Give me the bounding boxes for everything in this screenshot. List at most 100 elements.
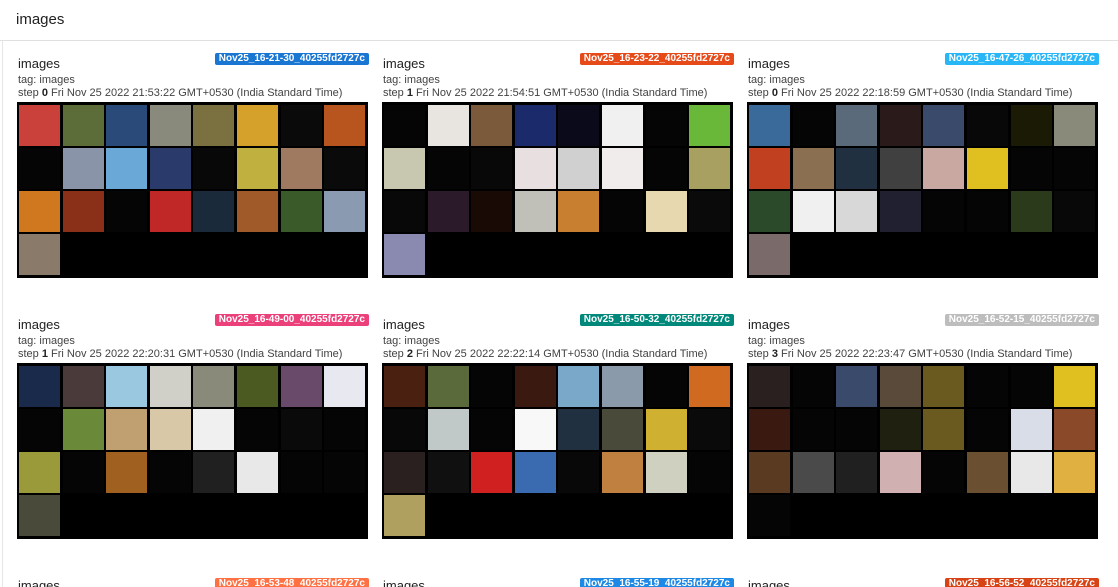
step-time: Fri Nov 25 2022 22:23:47 GMT+0530 (India… — [781, 348, 1073, 360]
section-title: images — [16, 11, 65, 28]
image-thumbnail — [237, 191, 278, 232]
image-card[interactable]: images Nov25_16-23-22_40255fd2727c tag: … — [382, 41, 734, 281]
run-badge: Nov25_16-53-48_40255fd2727c — [214, 578, 369, 587]
step-label: step — [748, 348, 769, 360]
image-thumbnail — [384, 366, 425, 407]
image-card[interactable]: images Nov25_16-49-00_40255fd2727c tag: … — [17, 302, 369, 542]
image-thumbnail — [427, 105, 469, 146]
step-label: step — [748, 87, 769, 99]
image-card[interactable]: images Nov25_16-55-19_40255fd2727c — [382, 562, 734, 587]
image-thumbnail — [280, 105, 322, 146]
image-thumbnail — [602, 366, 643, 407]
image-thumbnail — [1010, 148, 1052, 189]
image-thumbnail — [1010, 191, 1052, 232]
image-thumbnail — [1054, 191, 1096, 232]
image-thumbnail — [645, 148, 687, 189]
image-thumbnail — [324, 452, 366, 493]
image-thumbnail — [514, 148, 556, 189]
image-thumbnail — [106, 105, 148, 146]
image-thumbnail — [237, 105, 278, 146]
image-thumbnail — [324, 409, 366, 450]
card-step: step 0 Fri Nov 25 2022 22:18:59 GMT+0530… — [748, 87, 1072, 99]
image-thumbnail — [62, 105, 104, 146]
image-thumbnail — [1054, 366, 1096, 407]
step-value: 1 — [41, 348, 48, 360]
image-thumbnail — [879, 191, 921, 232]
image-thumbnail — [558, 409, 600, 450]
image-thumbnail — [280, 191, 322, 232]
image-thumbnail — [384, 452, 425, 493]
image-thumbnail — [384, 191, 425, 232]
image-thumbnail — [384, 105, 425, 146]
image-thumbnail — [645, 366, 687, 407]
image-thumbnail — [19, 366, 60, 407]
image-thumbnail — [967, 148, 1008, 189]
image-thumbnail — [149, 191, 191, 232]
image-thumbnail — [427, 191, 469, 232]
image-grid[interactable] — [17, 363, 368, 539]
image-thumbnail — [749, 366, 790, 407]
run-badge: Nov25_16-55-19_40255fd2727c — [579, 578, 734, 587]
image-grid[interactable] — [17, 102, 368, 278]
image-thumbnail — [836, 148, 878, 189]
image-thumbnail — [106, 452, 148, 493]
image-thumbnail — [427, 452, 469, 493]
image-thumbnail — [514, 105, 556, 146]
image-grid[interactable] — [747, 363, 1098, 539]
image-thumbnail — [106, 191, 148, 232]
image-thumbnail — [19, 234, 60, 275]
image-thumbnail — [384, 234, 425, 275]
image-thumbnail — [471, 409, 513, 450]
step-label: step — [18, 348, 39, 360]
image-thumbnail — [558, 452, 600, 493]
image-thumbnail — [1010, 452, 1052, 493]
divider — [2, 41, 3, 587]
image-thumbnail — [645, 105, 687, 146]
image-thumbnail — [62, 409, 104, 450]
image-thumbnail — [193, 366, 235, 407]
image-thumbnail — [193, 148, 235, 189]
image-thumbnail — [645, 452, 687, 493]
image-thumbnail — [645, 191, 687, 232]
image-thumbnail — [324, 148, 366, 189]
image-thumbnail — [836, 366, 878, 407]
image-card[interactable]: images Nov25_16-21-30_40255fd2727c tag: … — [17, 41, 369, 281]
image-thumbnail — [471, 366, 513, 407]
image-thumbnail — [427, 366, 469, 407]
image-thumbnail — [19, 191, 60, 232]
image-thumbnail — [1010, 366, 1052, 407]
image-grid[interactable] — [382, 363, 733, 539]
run-badge: Nov25_16-47-26_40255fd2727c — [944, 53, 1099, 65]
image-thumbnail — [879, 452, 921, 493]
image-thumbnail — [923, 409, 965, 450]
step-time: Fri Nov 25 2022 22:22:14 GMT+0530 (India… — [416, 348, 708, 360]
image-thumbnail — [1010, 105, 1052, 146]
image-thumbnail — [237, 409, 278, 450]
image-thumbnail — [62, 148, 104, 189]
run-badge: Nov25_16-21-30_40255fd2727c — [214, 53, 369, 65]
image-card[interactable]: images Nov25_16-50-32_40255fd2727c tag: … — [382, 302, 734, 542]
card-tag: tag: images — [18, 74, 75, 86]
image-thumbnail — [749, 495, 790, 536]
image-thumbnail — [193, 409, 235, 450]
image-thumbnail — [967, 105, 1008, 146]
section-header[interactable]: images — [0, 0, 1118, 41]
step-label: step — [383, 87, 404, 99]
image-thumbnail — [749, 452, 790, 493]
card-title: images — [383, 317, 425, 332]
image-thumbnail — [689, 409, 731, 450]
image-card[interactable]: images Nov25_16-53-48_40255fd2727c — [17, 562, 369, 587]
step-label: step — [18, 87, 39, 99]
image-thumbnail — [324, 105, 366, 146]
image-card[interactable]: images Nov25_16-56-52_40255fd2727c — [747, 562, 1099, 587]
image-card[interactable]: images Nov25_16-52-15_40255fd2727c tag: … — [747, 302, 1099, 542]
card-tag: tag: images — [748, 74, 805, 86]
image-thumbnail — [923, 191, 965, 232]
image-thumbnail — [836, 452, 878, 493]
image-card[interactable]: images Nov25_16-47-26_40255fd2727c tag: … — [747, 41, 1099, 281]
image-grid[interactable] — [382, 102, 733, 278]
image-thumbnail — [427, 148, 469, 189]
image-grid[interactable] — [747, 102, 1098, 278]
image-thumbnail — [602, 148, 643, 189]
image-thumbnail — [1010, 409, 1052, 450]
